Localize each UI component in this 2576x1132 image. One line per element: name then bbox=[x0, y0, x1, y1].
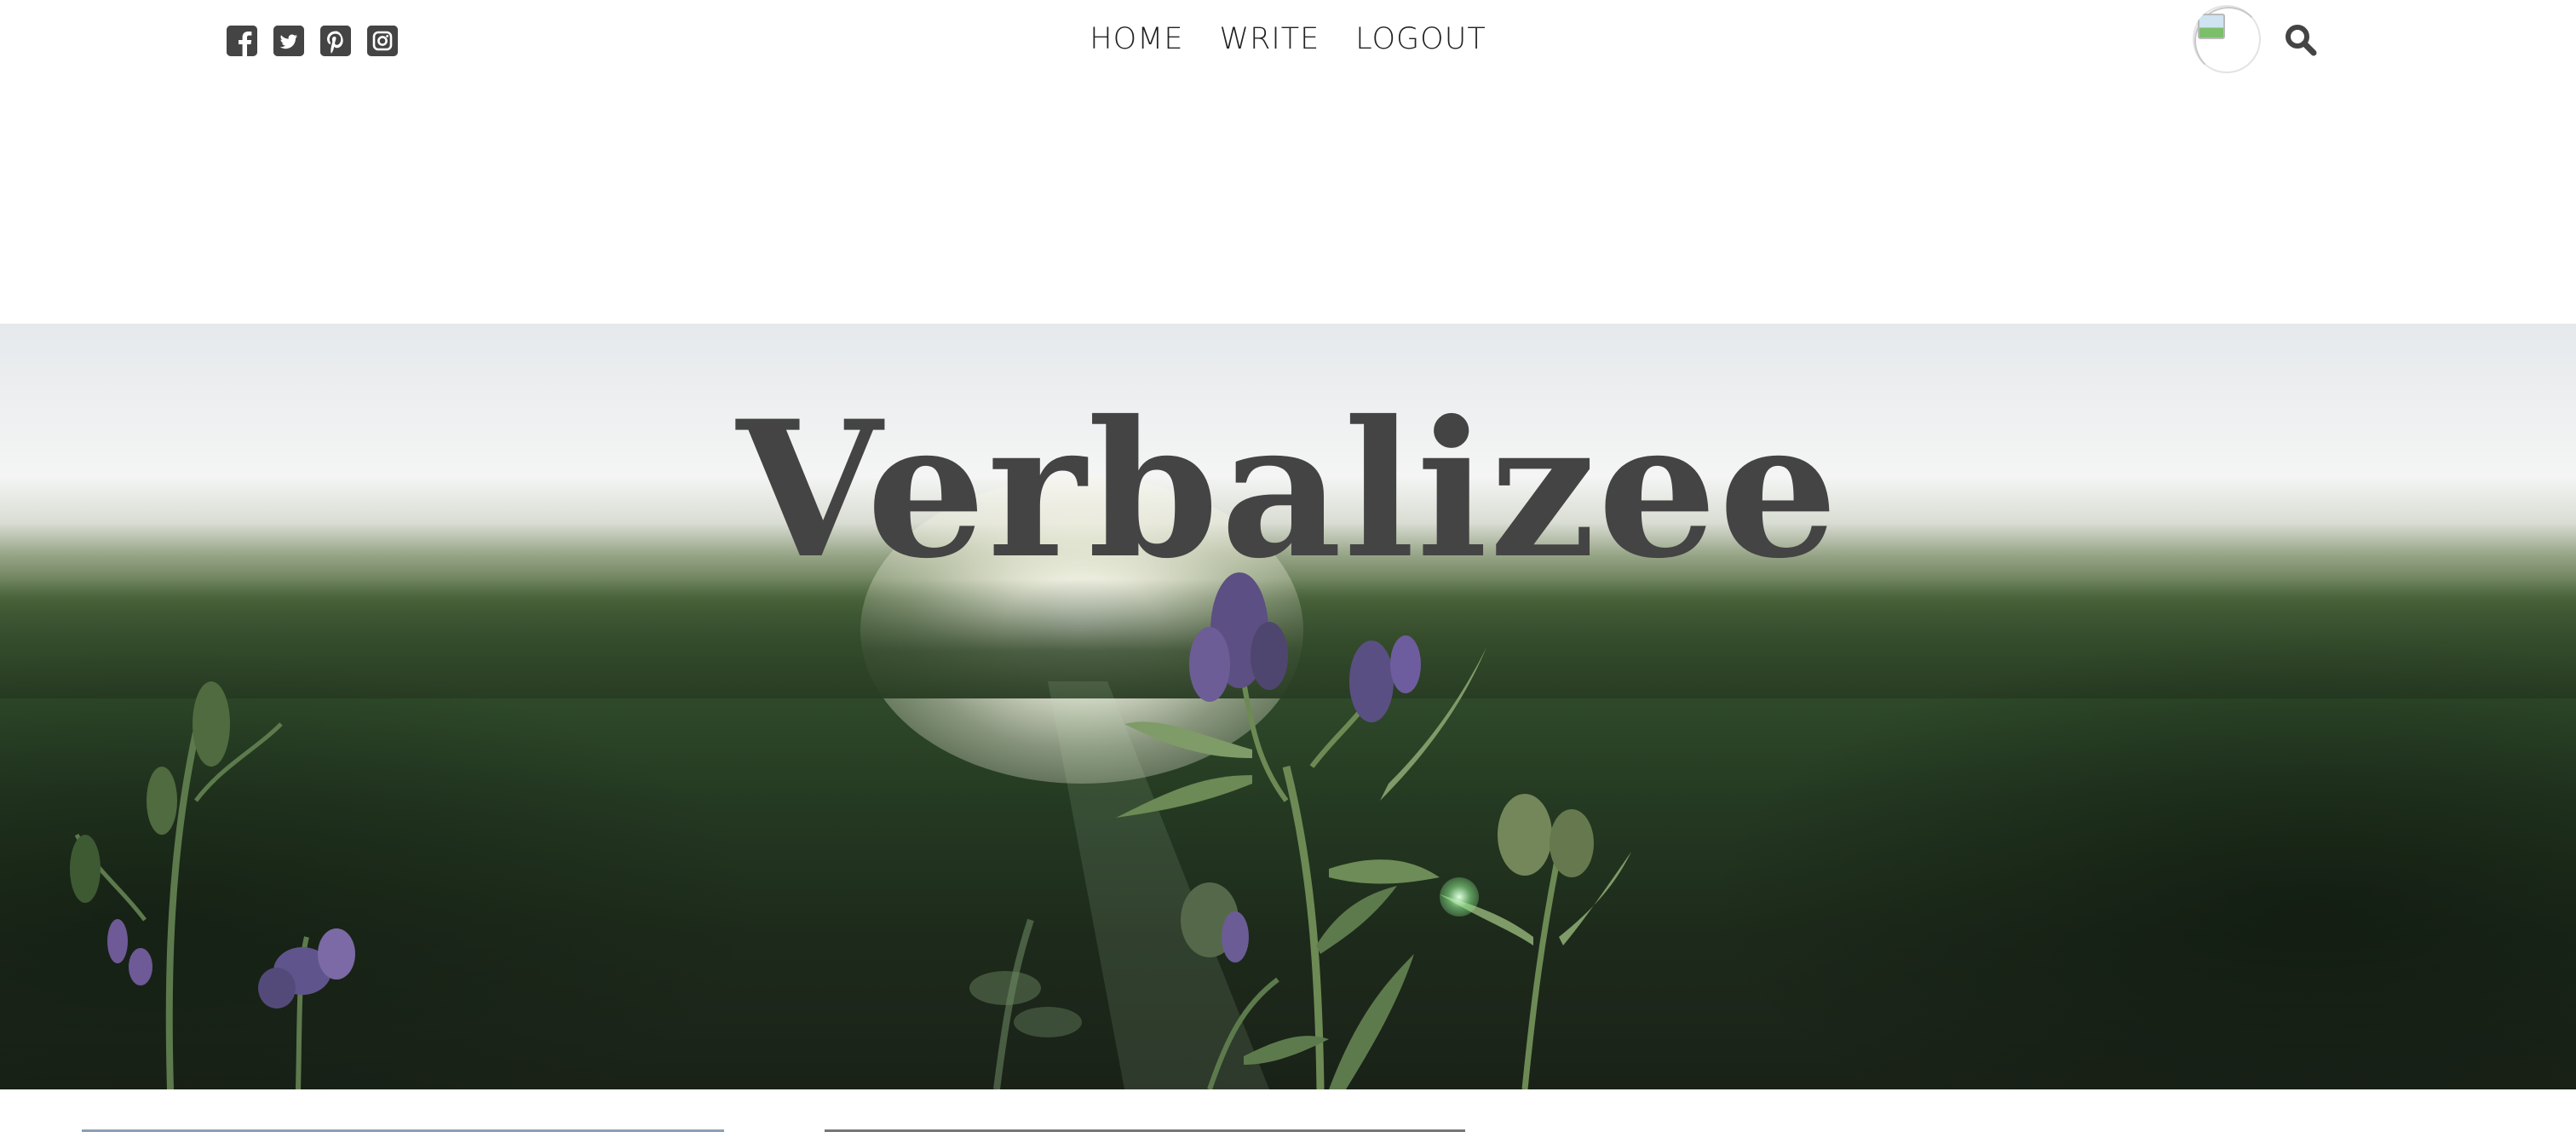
main-nav: HOME WRITE LOGOUT bbox=[0, 19, 2576, 60]
site-title: Verbalizee bbox=[736, 379, 1840, 600]
nav-write-link[interactable]: WRITE bbox=[1219, 19, 1320, 60]
nav-logout-link[interactable]: LOGOUT bbox=[1355, 19, 1486, 60]
top-bar: HOME WRITE LOGOUT bbox=[0, 0, 2576, 82]
page: HOME WRITE LOGOUT Verbalizee bbox=[0, 0, 2576, 1132]
profile-image-icon[interactable] bbox=[2193, 5, 2261, 73]
nav-home-link[interactable]: HOME bbox=[1090, 19, 1183, 60]
search-icon[interactable] bbox=[2283, 22, 2319, 58]
